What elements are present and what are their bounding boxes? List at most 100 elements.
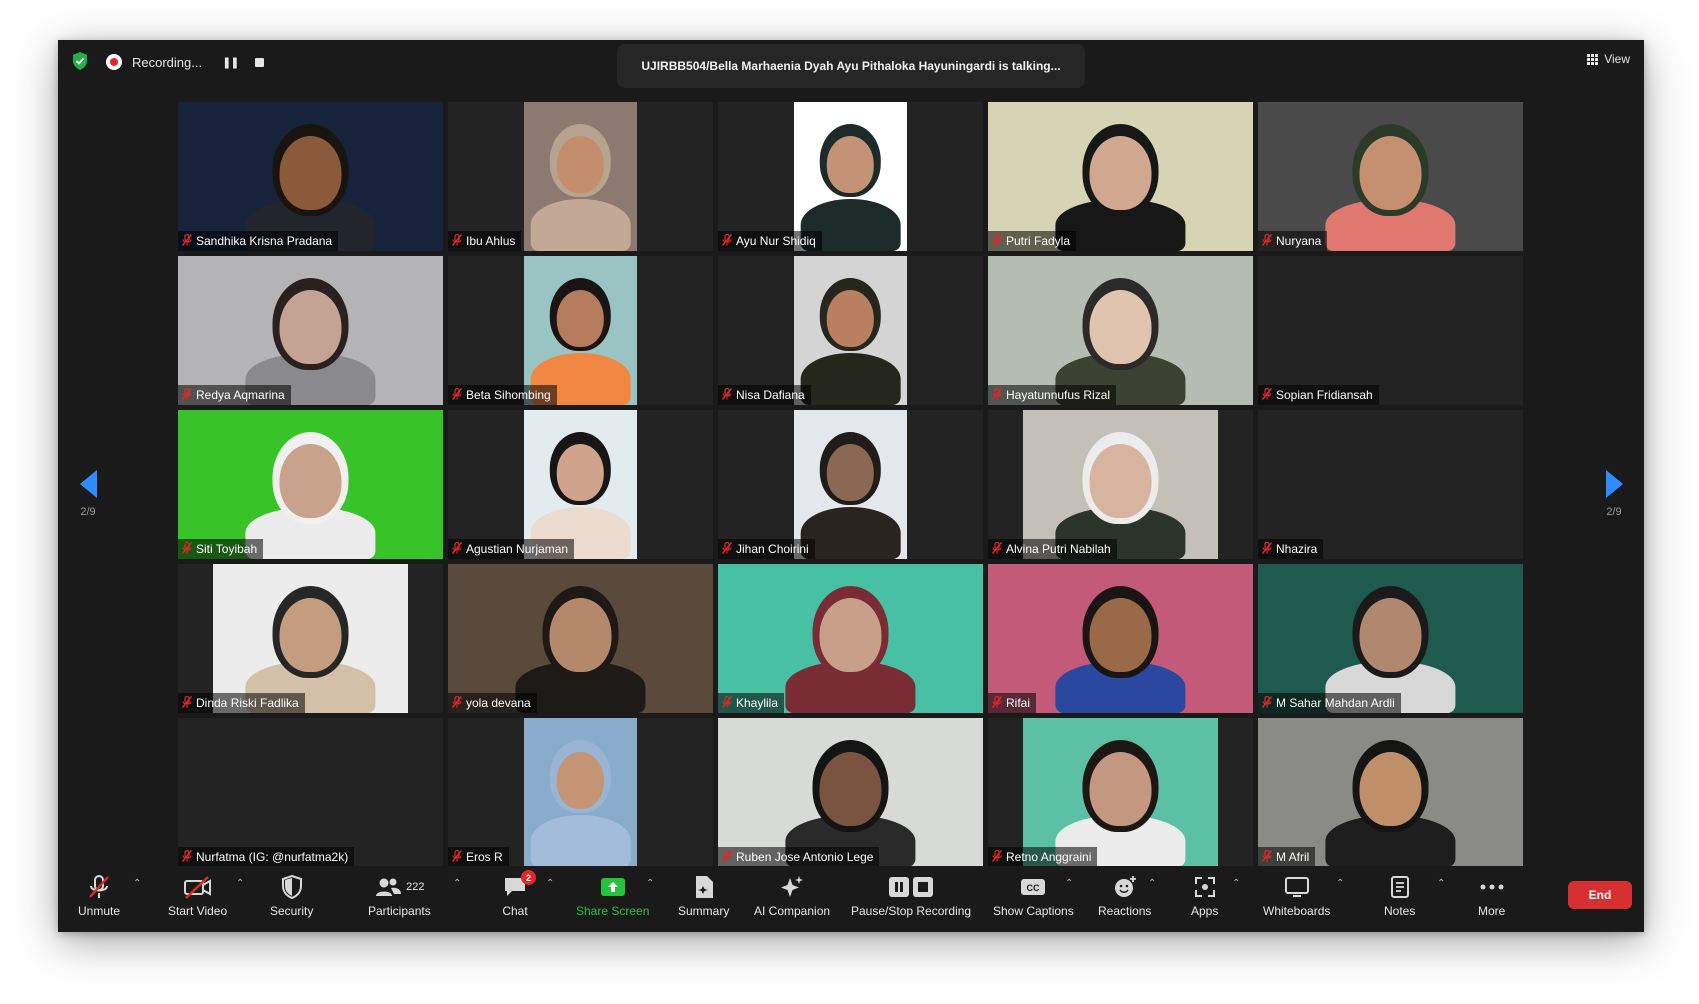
share-screen-label: Share Screen [576, 904, 650, 918]
participant-tile[interactable]: Agustian Nurjaman [448, 410, 713, 559]
participant-tile[interactable]: Alvina Putri Nabilah [988, 410, 1253, 559]
participant-name-tag: M Sahar Mahdan Ardli [1258, 693, 1401, 713]
whiteboards-chevron-icon[interactable]: ⌃ [1336, 878, 1344, 889]
participant-tile[interactable]: Nisa Dafiana [718, 256, 983, 405]
participant-name-tag: yola devana [448, 693, 537, 713]
participant-video-feed [718, 564, 983, 713]
whiteboards-button[interactable]: Whiteboards [1263, 874, 1330, 918]
security-button[interactable]: Security [270, 874, 313, 918]
unmute-button[interactable]: Unmute [78, 874, 120, 918]
participant-tile[interactable]: Ruben Jose Antonio Lege [718, 718, 983, 867]
participants-chevron-icon[interactable]: ⌃ [453, 878, 461, 889]
muted-microphone-icon [181, 541, 193, 557]
participant-name-tag: Ibu Ahlus [448, 231, 522, 251]
participant-silhouette [794, 102, 907, 251]
share-screen-button[interactable]: Share Screen [576, 874, 649, 918]
participant-tile[interactable]: Sopian Fridiansah [1258, 256, 1523, 405]
audio-options-chevron-icon[interactable]: ⌃ [133, 878, 141, 889]
muted-microphone-icon [1261, 541, 1273, 557]
encryption-shield-icon[interactable] [72, 52, 88, 70]
participant-name-tag: Hayatunnufus Rizal [988, 385, 1117, 405]
more-label: More [1478, 904, 1506, 918]
muted-microphone-icon [721, 233, 733, 249]
participant-name: Redya Aqmarina [196, 388, 285, 402]
chat-chevron-icon[interactable]: ⌃ [546, 878, 554, 889]
participant-tile[interactable]: Rifai [988, 564, 1253, 713]
participant-tile[interactable]: Redya Aqmarina [178, 256, 443, 405]
start-video-button[interactable]: Start Video [168, 874, 227, 918]
apps-label: Apps [1191, 904, 1219, 918]
next-page-button[interactable]: 2/9 [1594, 470, 1634, 518]
participant-name: Hayatunnufus Rizal [1006, 388, 1111, 402]
reactions-chevron-icon[interactable]: ⌃ [1148, 878, 1156, 889]
reactions-button[interactable]: Reactions [1098, 874, 1151, 918]
participant-tile[interactable]: Ayu Nur Shidiq [718, 102, 983, 251]
participant-tile[interactable]: Retno Anggraini [988, 718, 1253, 867]
participant-name-tag: Agustian Nurjaman [448, 539, 575, 559]
participant-tile[interactable]: Eros R [448, 718, 713, 867]
participant-video-feed [1258, 102, 1523, 251]
participant-tile[interactable]: Beta Sihombing [448, 256, 713, 405]
participants-button[interactable]: 222 Participants [368, 874, 431, 918]
end-meeting-button[interactable]: End [1568, 881, 1632, 909]
participant-name-tag: Siti Toyibah [178, 539, 264, 559]
participant-video-feed [794, 410, 907, 559]
pause-stop-recording-button[interactable]: Pause/Stop Recording [851, 874, 971, 918]
participant-tile[interactable]: yola devana [448, 564, 713, 713]
participant-name-tag: Ayu Nur Shidiq [718, 231, 822, 251]
notes-chevron-icon[interactable]: ⌃ [1437, 878, 1445, 889]
muted-microphone-icon [451, 695, 463, 711]
participant-tile[interactable]: Nhazira [1258, 410, 1523, 559]
participants-count: 222 [406, 881, 425, 893]
participant-tile[interactable]: Hayatunnufus Rizal [988, 256, 1253, 405]
whiteboard-icon [1284, 874, 1310, 900]
pause-recording-icon[interactable]: ❚❚ [222, 56, 239, 69]
participant-name: Khaylila [736, 696, 779, 710]
participant-name-tag: Redya Aqmarina [178, 385, 291, 405]
participant-tile[interactable]: Khaylila [718, 564, 983, 713]
muted-microphone-icon [451, 541, 463, 557]
show-captions-button[interactable]: CC Show Captions [993, 874, 1074, 918]
participant-video-feed [524, 718, 637, 867]
stop-recording-icon[interactable] [254, 57, 264, 67]
participant-name: Nurfatma (IG: @nurfatma2k) [196, 850, 349, 864]
more-button[interactable]: More [1478, 874, 1505, 918]
participant-name: Ayu Nur Shidiq [736, 234, 816, 248]
reactions-smiley-icon [1112, 874, 1138, 900]
apps-button[interactable]: Apps [1191, 874, 1218, 918]
participant-name-tag: Nuryana [1258, 231, 1328, 251]
muted-microphone-icon [991, 695, 1003, 711]
previous-page-button[interactable]: 2/9 [68, 470, 108, 518]
notes-button[interactable]: Notes [1384, 874, 1415, 918]
participant-tile[interactable]: Jihan Choirini [718, 410, 983, 559]
video-options-chevron-icon[interactable]: ⌃ [236, 878, 244, 889]
page-indicator-right: 2/9 [1606, 506, 1622, 518]
participant-tile[interactable]: Dinda Riski Fadlika [178, 564, 443, 713]
participant-video-feed [448, 564, 713, 713]
participant-silhouette [178, 410, 443, 559]
participant-tile[interactable]: M Sahar Mahdan Ardli [1258, 564, 1523, 713]
summary-button[interactable]: Summary [678, 874, 729, 918]
muted-microphone-icon [181, 387, 193, 403]
captions-chevron-icon[interactable]: ⌃ [1065, 878, 1073, 889]
chat-button[interactable]: 2 Chat [502, 870, 536, 918]
participant-tile[interactable]: Sandhika Krisna Pradana [178, 102, 443, 251]
participant-tile[interactable]: Siti Toyibah [178, 410, 443, 559]
participant-tile[interactable]: Ibu Ahlus [448, 102, 713, 251]
chat-bubble-icon: 2 [502, 870, 536, 900]
participant-tile[interactable]: Nurfatma (IG: @nurfatma2k) [178, 718, 443, 867]
participant-tile[interactable]: Putri Fadyla [988, 102, 1253, 251]
ai-companion-button[interactable]: AI Companion [754, 874, 830, 918]
participant-name: M Afril [1276, 850, 1310, 864]
participant-video-feed [1023, 718, 1218, 867]
participant-name-tag: Alvina Putri Nabilah [988, 539, 1117, 559]
view-button[interactable]: View [1587, 52, 1630, 66]
participant-tile[interactable]: Nuryana [1258, 102, 1523, 251]
share-screen-chevron-icon[interactable]: ⌃ [646, 878, 654, 889]
microphone-muted-icon [86, 874, 112, 900]
summary-label: Summary [678, 904, 730, 918]
muted-microphone-icon [721, 695, 733, 711]
participant-silhouette [988, 564, 1253, 713]
participant-tile[interactable]: M Afril [1258, 718, 1523, 867]
apps-chevron-icon[interactable]: ⌃ [1232, 878, 1240, 889]
